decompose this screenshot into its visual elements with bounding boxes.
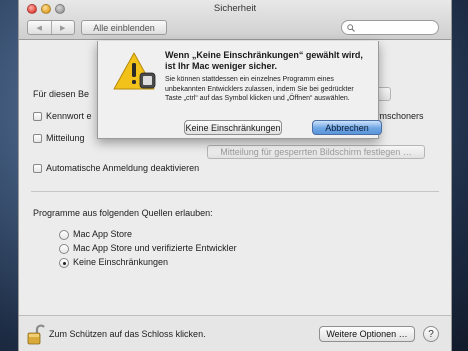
warning-alert-sheet: Wenn „Keine Einschränkungen“ gewählt wir… [97, 41, 382, 139]
warning-icon [113, 52, 156, 90]
login-requirement-label: Für diesen Be [33, 89, 90, 99]
back-arrow-icon[interactable]: ◀ [28, 21, 52, 34]
lock-icon[interactable] [27, 324, 45, 346]
help-button[interactable]: ? [423, 326, 439, 342]
cancel-button[interactable]: Abbrechen [312, 120, 382, 135]
window-title: Sicherheit [213, 3, 257, 14]
lock-instruction-text: Zum Schützen auf das Schloss klicken. [49, 329, 206, 339]
show-all-button[interactable]: Alle einblenden [81, 20, 167, 35]
password-checkbox[interactable] [33, 112, 42, 121]
radio-mac-app-store-label: Mac App Store [73, 229, 133, 239]
title-bar: Sicherheit ◀ ▶ Alle einblenden [19, 0, 451, 40]
section-divider [31, 191, 439, 192]
search-field[interactable] [341, 20, 439, 35]
bottom-bar: Zum Schützen auf das Schloss klicken. We… [19, 315, 451, 351]
radio-anywhere[interactable] [59, 258, 69, 268]
set-lock-message-button[interactable]: Mitteilung für gesperrten Bildschirm fes… [207, 145, 425, 159]
search-icon [347, 23, 355, 32]
search-input[interactable] [358, 23, 438, 32]
message-checkbox-label: Mitteilung [46, 133, 85, 143]
radio-identified-developers-label: Mac App Store und verifizierte Entwickle… [73, 243, 237, 253]
forward-arrow-icon[interactable]: ▶ [52, 21, 75, 34]
more-options-button[interactable]: Weitere Optionen … [319, 326, 415, 342]
radio-anywhere-label: Keine Einschränkungen [73, 257, 169, 267]
radio-identified-developers[interactable] [59, 244, 69, 254]
allowed-sources-label: Programme aus folgenden Quellen erlauben… [33, 208, 213, 218]
allow-anywhere-button[interactable]: Keine Einschränkungen [184, 120, 282, 135]
alert-message: Sie können stattdessen ein einzelnes Pro… [165, 76, 354, 102]
auto-login-label: Automatische Anmeldung deaktivieren [46, 163, 200, 173]
back-forward-control[interactable]: ◀ ▶ [27, 20, 75, 35]
preferences-window: Sicherheit ◀ ▶ Alle einblenden Für diese… [18, 0, 452, 351]
password-checkbox-label: Kennwort e [46, 111, 92, 121]
auto-login-checkbox[interactable] [33, 164, 42, 173]
alert-title: Wenn „Keine Einschränkungen“ gewählt wir… [165, 50, 363, 71]
message-checkbox[interactable] [33, 134, 42, 143]
radio-mac-app-store[interactable] [59, 230, 69, 240]
